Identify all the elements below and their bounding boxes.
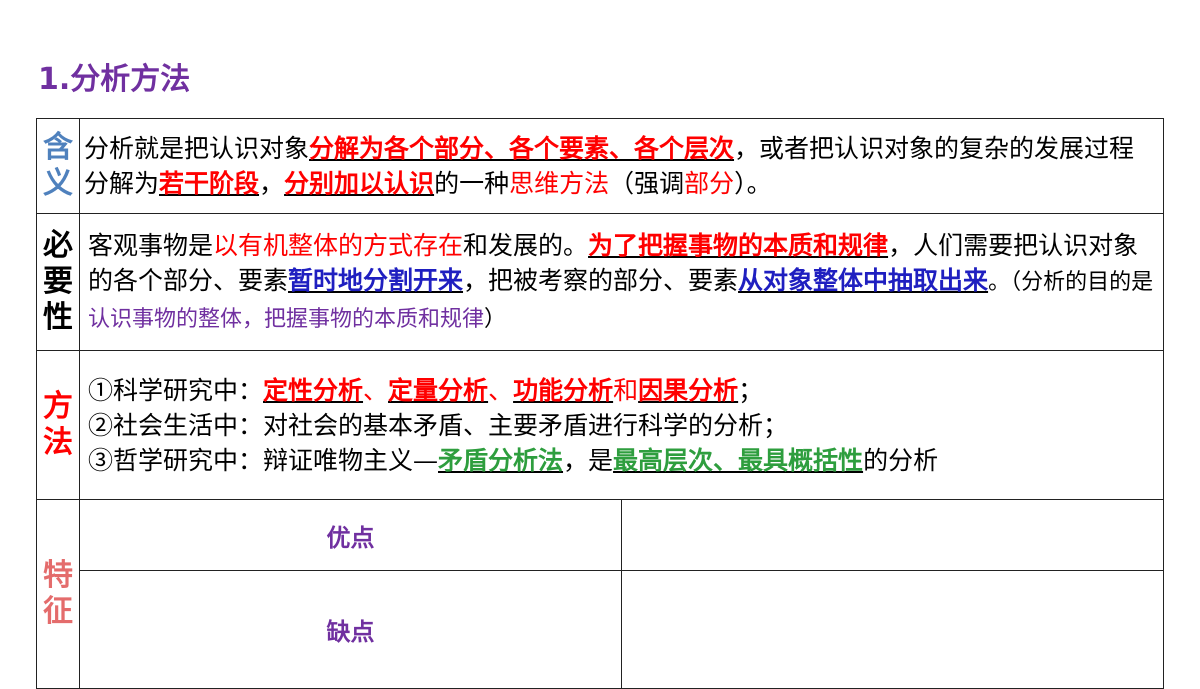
analysis-method-table: 含 义 分析就是把认识对象分解为各个部分、各个要素、各个层次，或者把认识对象的复… <box>36 118 1164 689</box>
emphasis-red: 定性分析 <box>263 375 364 405</box>
text-part: 客观事物是 <box>88 230 214 260</box>
text-part: 的一种 <box>434 169 510 198</box>
text-part: 。（分析的目的是 <box>988 269 1154 295</box>
emphasis-purple: 认识事物的整体，把握事物的本质和规律 <box>88 306 485 332</box>
method-text: ①科学研究中：定性分析、定量分析、功能分析和因果分析； ②社会生活中：对社会的基… <box>79 350 1164 500</box>
row-features: 特 征 优点 <box>36 498 1164 689</box>
method-line-2: ②社会生活中：对社会的基本矛盾、主要矛盾进行科学的分析； <box>88 410 789 440</box>
advantages-label: 优点 <box>79 498 622 572</box>
text-part: （强调 <box>609 169 685 198</box>
text-part: 和发展的。 <box>463 230 589 260</box>
emphasis-red-plain: 以有机整体的方式存在 <box>213 230 464 260</box>
emphasis-green: 最高层次、最具概括性 <box>613 445 864 475</box>
emphasis-green: 矛盾分析法 <box>438 445 564 475</box>
label-char: 义 <box>43 166 73 201</box>
method-line-1: ①科学研究中：定性分析、定量分析、功能分析和因果分析； <box>88 373 1155 408</box>
separator: 和 <box>613 375 639 405</box>
emphasis-red: 因果分析 <box>638 375 739 405</box>
row-method: 方 法 ①科学研究中：定性分析、定量分析、功能分析和因果分析； ②社会生活中：对… <box>36 350 1164 500</box>
text-part: ） <box>484 306 507 332</box>
row-features-disadvantages: 缺点 <box>37 570 1164 689</box>
emphasis-red-plain: 部分 <box>684 169 735 198</box>
emphasis-red: 若干阶段 <box>159 169 260 198</box>
row-meaning: 含 义 分析就是把认识对象分解为各个部分、各个要素、各个层次，或者把认识对象的复… <box>36 118 1164 214</box>
label-method: 方 法 <box>36 350 80 500</box>
label-char: 性 <box>43 300 73 335</box>
label-char: 特 <box>43 558 73 593</box>
text-part: ，是 <box>563 445 614 475</box>
emphasis-blue: 从对象整体中抽取出来 <box>738 265 989 295</box>
row-necessity: 必 要 性 客观事物是以有机整体的方式存在和发展的。为了把握事物的本质和规律，人… <box>36 213 1164 351</box>
label-necessity: 必 要 性 <box>36 213 80 351</box>
emphasis-red: 分别加以认识 <box>284 169 435 198</box>
text-part: 分析就是把认识对象 <box>84 134 310 163</box>
emphasis-red-plain: 思维方法 <box>509 169 610 198</box>
method-line-3: ③哲学研究中：辩证唯物主义—矛盾分析法，是最高层次、最具概括性的分析 <box>88 443 1155 478</box>
text-part: ，把被考察的部分、要素 <box>463 265 739 295</box>
text-part: ）。 <box>734 169 772 198</box>
emphasis-red: 分解为各个部分、各个要素、各个层次 <box>309 134 735 163</box>
advantages-value <box>621 498 1164 572</box>
label-char: 要 <box>43 264 73 299</box>
text-part: ， <box>259 169 285 198</box>
emphasis-red: 为了把握事物的本质和规律 <box>588 230 889 260</box>
disadvantages-value <box>621 570 1164 689</box>
text-part: 的分析 <box>863 445 939 475</box>
text-part: ①科学研究中： <box>88 375 264 405</box>
emphasis-red: 定量分析 <box>388 375 489 405</box>
emphasis-blue: 暂时地分割开来 <box>288 265 464 295</box>
separator: 、 <box>488 375 514 405</box>
label-char: 征 <box>43 594 73 629</box>
page-title: 1.分析方法 <box>38 62 191 97</box>
text-part: ③哲学研究中：辩证唯物主义— <box>88 445 439 475</box>
meaning-text: 分析就是把认识对象分解为各个部分、各个要素、各个层次，或者把认识对象的复杂的发展… <box>79 118 1164 214</box>
disadvantages-label: 缺点 <box>79 570 622 689</box>
label-char: 含 <box>43 130 73 165</box>
necessity-text: 客观事物是以有机整体的方式存在和发展的。为了把握事物的本质和规律，人们需要把认识… <box>79 213 1164 351</box>
text-part: ； <box>738 375 764 405</box>
label-char: 方 <box>43 389 73 424</box>
label-meaning: 含 义 <box>36 118 80 214</box>
separator: 、 <box>363 375 389 405</box>
label-char: 法 <box>43 425 73 460</box>
label-char: 必 <box>43 228 73 263</box>
emphasis-red: 功能分析 <box>513 375 614 405</box>
label-features: 特 征 <box>36 499 80 689</box>
